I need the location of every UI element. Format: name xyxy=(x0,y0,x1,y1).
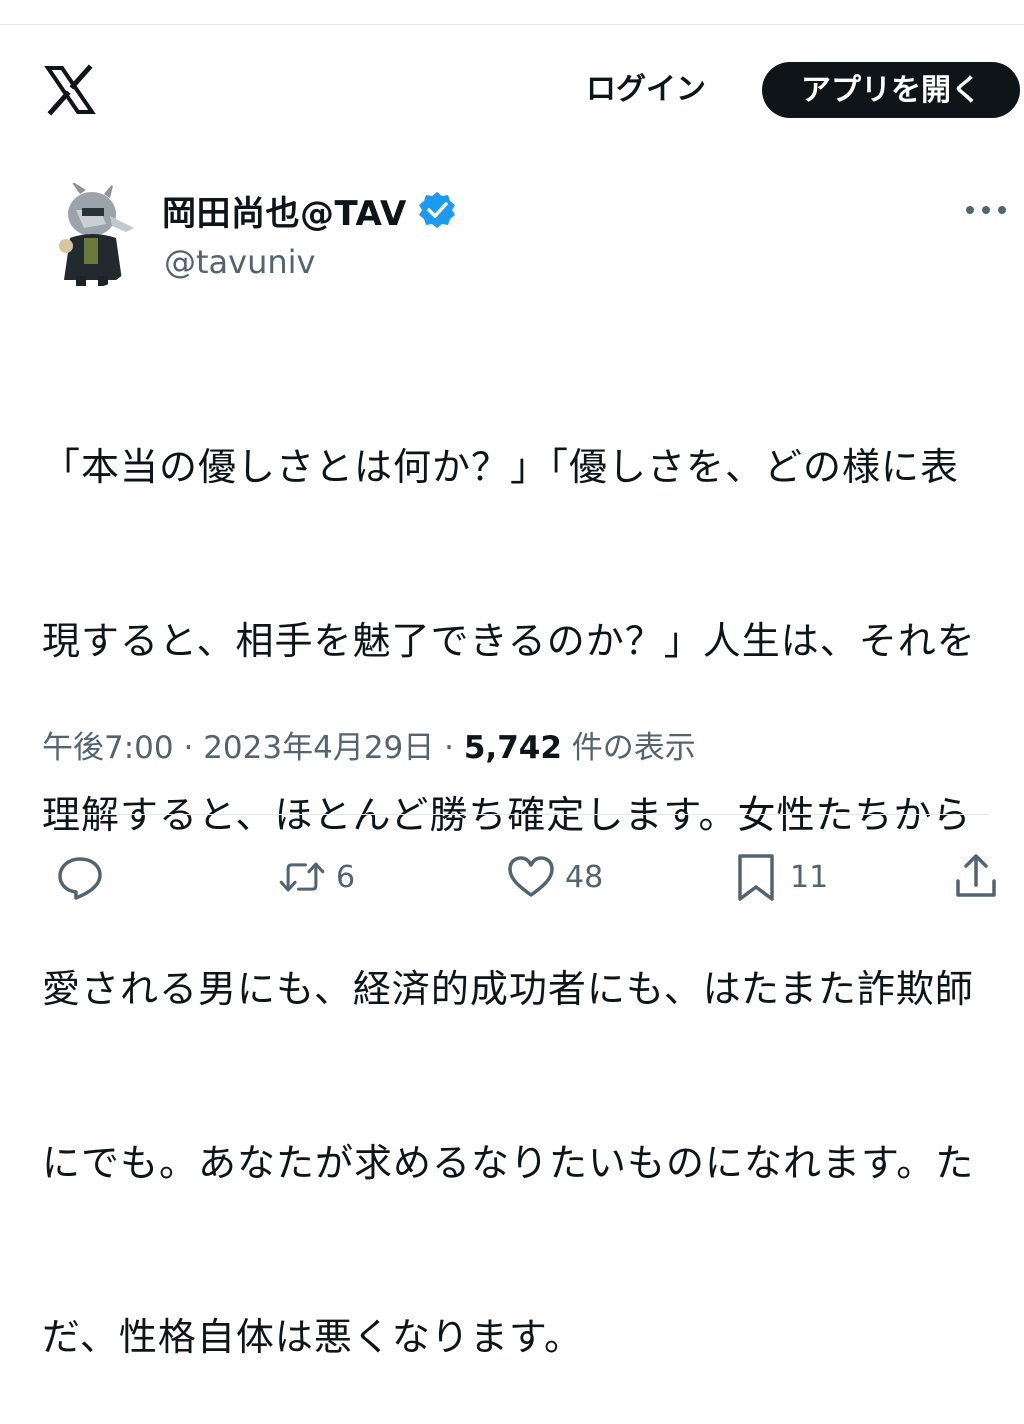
reply-button[interactable] xyxy=(54,842,114,912)
retweet-button[interactable]: 6 xyxy=(276,842,355,912)
top-divider xyxy=(0,24,1024,25)
share-icon xyxy=(956,854,996,897)
tweet-text-line: にでも。あなたが求めるなりたいものになれます。た xyxy=(42,1141,975,1185)
x-logo-icon[interactable] xyxy=(42,62,98,118)
like-count: 48 xyxy=(565,859,604,895)
tweet-text-line: だ、性格自体は悪くなります。 xyxy=(42,1315,584,1359)
bookmark-count: 11 xyxy=(790,859,829,895)
share-button[interactable] xyxy=(950,842,1002,912)
tweet-text-line: 現すると、相手を魅了できるのか？」人生は、それを xyxy=(42,619,976,663)
views-count: 5,742 xyxy=(463,730,562,766)
tweet-metadata: 午後7:00 · 2023年4月29日 · 5,742 件の表示 xyxy=(42,726,696,770)
tweet-date[interactable]: 2023年4月29日 xyxy=(203,730,434,766)
tweet-text-line: 「本当の優しさとは何か？」「優しさを、どの様に表 xyxy=(42,445,960,489)
open-app-button[interactable]: アプリを開く xyxy=(762,62,1020,118)
user-handle[interactable]: @tavuniv xyxy=(164,242,315,282)
login-button[interactable]: ログイン xyxy=(580,70,712,110)
retweet-icon xyxy=(279,862,325,892)
heart-icon xyxy=(508,856,554,897)
meta-separator: · xyxy=(444,730,454,766)
meta-separator: · xyxy=(183,730,194,766)
tweet-author: 岡田尚也@TAV @tavuniv xyxy=(40,180,1024,300)
retweet-count: 6 xyxy=(336,859,356,895)
views-label: 件の表示 xyxy=(571,730,696,766)
display-name[interactable]: 岡田尚也@TAV xyxy=(162,186,407,235)
tweet-text-line: 愛される男にも、経済的成功者にも、はたまた詐欺師 xyxy=(42,967,974,1011)
actions-divider xyxy=(42,814,990,815)
avatar[interactable] xyxy=(40,180,140,288)
reply-icon xyxy=(58,857,102,900)
top-bar: ログイン アプリを開く xyxy=(0,56,1024,126)
like-button[interactable]: 48 xyxy=(505,842,603,912)
tweet-time[interactable]: 午後7:00 xyxy=(42,730,174,766)
more-options-icon[interactable] xyxy=(964,200,1008,220)
tweet-text-line: 理解すると、ほとんど勝ち確定します。女性たちから xyxy=(42,793,972,837)
tweet-actions: 6 48 11 xyxy=(0,842,1024,912)
name-row: 岡田尚也@TAV xyxy=(162,186,457,234)
bookmark-button[interactable]: 11 xyxy=(730,842,828,912)
bookmark-icon xyxy=(738,854,774,901)
verified-badge-icon xyxy=(418,192,455,228)
